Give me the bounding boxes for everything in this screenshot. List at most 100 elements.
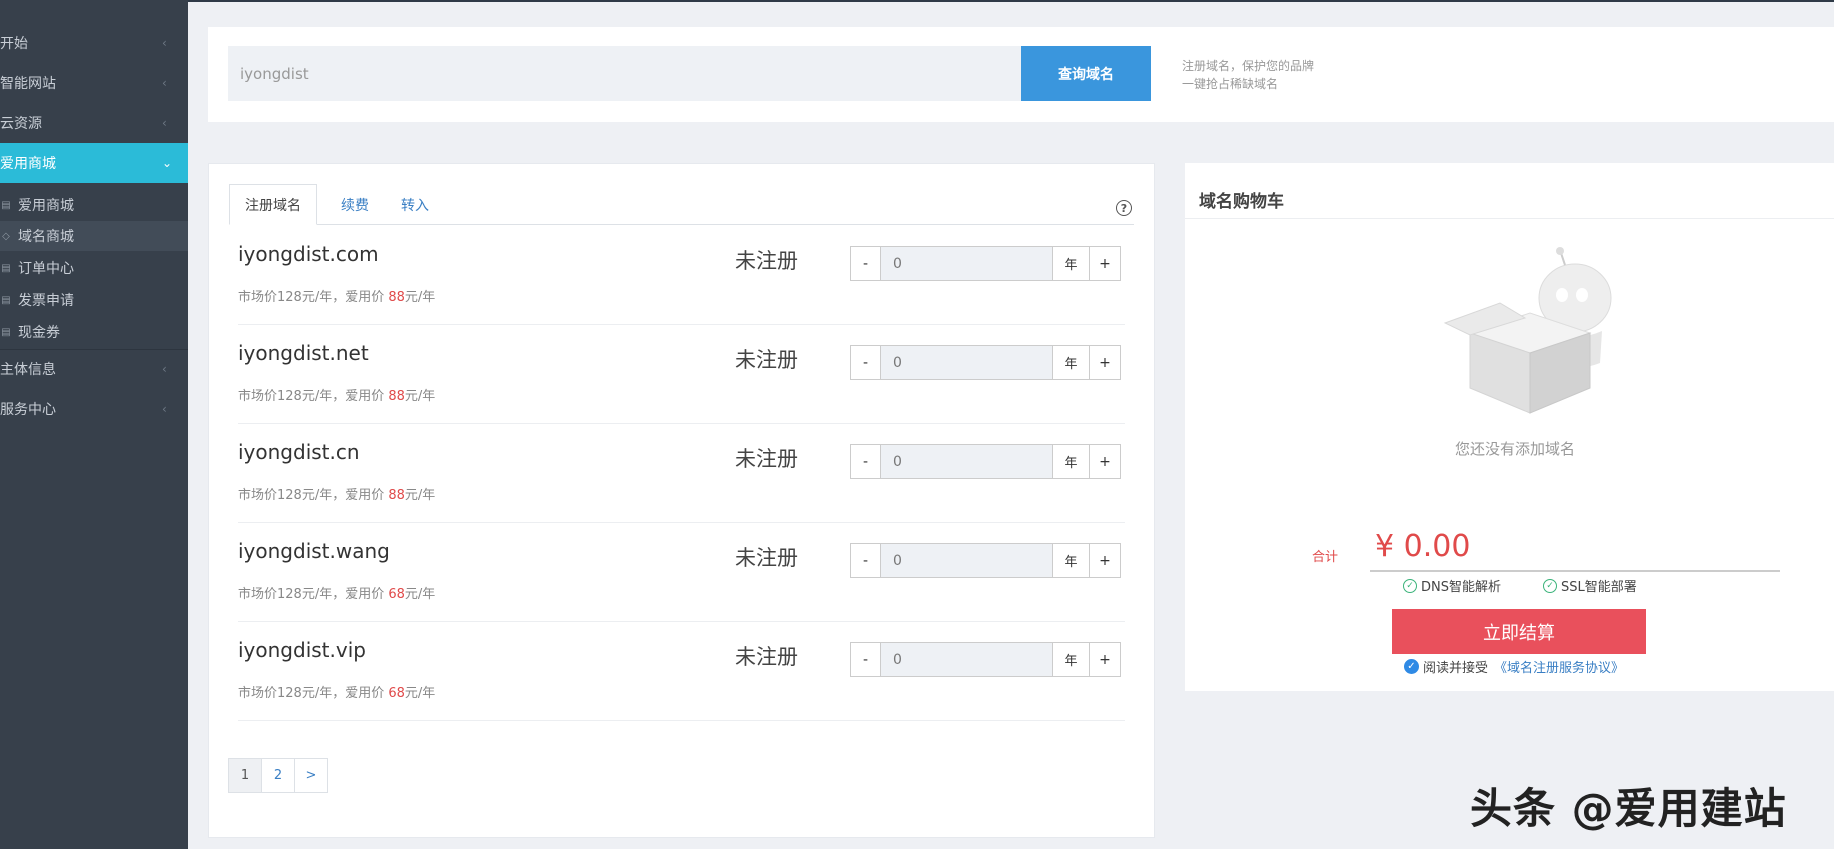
total-label: 合计 (1312, 550, 1339, 565)
tab-renew[interactable]: 续费 (325, 184, 385, 225)
tab-bar: 注册域名 续费 转入 ? (229, 184, 1134, 225)
decrement-button[interactable]: - (850, 642, 881, 677)
price-unit: 元/年 (404, 389, 436, 404)
sidebar-item-label: 云资源 (0, 116, 42, 132)
decrement-button[interactable]: - (850, 444, 881, 479)
cart-empty-message: 您还没有添加域名 (1455, 440, 1576, 458)
member-price: 88 (388, 290, 405, 305)
feature-dns: ✓ DNS智能解析 (1403, 576, 1501, 595)
decrement-button[interactable]: - (850, 345, 881, 380)
years-input[interactable] (881, 642, 1052, 677)
agreement-link[interactable]: 《域名注册服务协议》 (1494, 657, 1624, 676)
domain-price: 市场价128元/年，爱用价 88元/年 (238, 286, 435, 305)
invoice-icon: ▤ (1, 294, 11, 306)
member-price: 88 (388, 488, 405, 503)
domain-row: iyongdist.com 市场价128元/年，爱用价 88元/年 未注册 - … (238, 226, 1125, 325)
search-tip-line1: 注册域名，保护您的品牌 (1182, 59, 1315, 73)
domain-name: iyongdist.com (238, 242, 379, 266)
sidebar: 开始 ‹ 智能网站 ‹ 云资源 ‹ 爱用商城 ⌄ ▤ 爱用商城 ◇ 域名商城 ▤… (0, 0, 188, 849)
sidebar-subitem-invoice[interactable]: ▤ 发票申请 (0, 285, 188, 315)
sidebar-subitem-label: 发票申请 (18, 293, 74, 309)
years-stepper: - 年 + (850, 543, 1121, 578)
domain-name: iyongdist.wang (238, 539, 390, 563)
feature-label: DNS智能解析 (1421, 580, 1501, 595)
increment-button[interactable]: + (1090, 444, 1121, 479)
domain-status: 未注册 (735, 546, 798, 570)
total-amount: ¥ 0.00 (1375, 529, 1471, 564)
domain-row: iyongdist.wang 市场价128元/年，爱用价 68元/年 未注册 -… (238, 523, 1125, 622)
years-unit: 年 (1052, 345, 1090, 380)
tab-transfer[interactable]: 转入 (385, 184, 445, 225)
increment-button[interactable]: + (1090, 246, 1121, 281)
sidebar-subitem-label: 爱用商城 (18, 198, 74, 214)
years-stepper: - 年 + (850, 642, 1121, 677)
decrement-button[interactable]: - (850, 543, 881, 578)
domain-status: 未注册 (735, 447, 798, 471)
domain-search-input[interactable] (228, 46, 1021, 101)
domain-row: iyongdist.vip 市场价128元/年，爱用价 68元/年 未注册 - … (238, 622, 1125, 721)
increment-button[interactable]: + (1090, 642, 1121, 677)
cart-title: 域名购物车 (1199, 192, 1284, 212)
years-stepper: - 年 + (850, 345, 1121, 380)
years-input[interactable] (881, 246, 1052, 281)
sidebar-subitem-orders[interactable]: ▤ 订单中心 (0, 253, 188, 283)
check-circle-icon: ✓ (1403, 578, 1417, 593)
market-price: 市场价128元/年，爱用价 (238, 488, 389, 503)
decrement-button[interactable]: - (850, 246, 881, 281)
years-input[interactable] (881, 345, 1052, 380)
agreement: ✓ 阅读并接受 《域名注册服务协议》 (1404, 657, 1624, 676)
sidebar-item-smart-site[interactable]: 智能网站 ‹ (0, 63, 188, 103)
domain-status: 未注册 (735, 645, 798, 669)
sidebar-subitem-mall[interactable]: ▤ 爱用商城 (0, 190, 188, 220)
member-price: 88 (388, 389, 405, 404)
increment-button[interactable]: + (1090, 543, 1121, 578)
agree-checkbox[interactable]: ✓ (1404, 659, 1419, 674)
empty-cart-robot-illustration (1443, 247, 1612, 414)
help-icon[interactable]: ? (1116, 200, 1132, 216)
sidebar-item-label: 开始 (0, 36, 28, 52)
sidebar-subitem-label: 域名商城 (18, 229, 74, 245)
feature-ssl: ✓ SSL智能部署 (1543, 576, 1637, 595)
checkout-button[interactable]: 立即结算 (1392, 609, 1646, 654)
years-input[interactable] (881, 444, 1052, 479)
sidebar-item-label: 主体信息 (0, 362, 56, 378)
search-tip-line2: 一键抢占稀缺域名 (1182, 77, 1279, 91)
sidebar-item-cloud[interactable]: 云资源 ‹ (0, 103, 188, 143)
market-price: 市场价128元/年，爱用价 (238, 290, 389, 305)
price-unit: 元/年 (404, 290, 436, 305)
chevron-left-icon: ‹ (162, 36, 167, 50)
page-1-button[interactable]: 1 (228, 758, 262, 793)
years-unit: 年 (1052, 642, 1090, 677)
domain-search-card: 查询域名 注册域名，保护您的品牌 一键抢占稀缺域名 (208, 27, 1834, 122)
domain-price: 市场价128元/年，爱用价 68元/年 (238, 583, 435, 602)
market-price: 市场价128元/年，爱用价 (238, 587, 389, 602)
member-price: 68 (388, 587, 405, 602)
coupon-icon: ▤ (1, 326, 11, 338)
check-circle-icon: ✓ (1543, 578, 1557, 593)
member-price: 68 (388, 686, 405, 701)
tab-register[interactable]: 注册域名 (229, 184, 317, 225)
sidebar-item-entity[interactable]: 主体信息 ‹ (0, 349, 188, 389)
years-input[interactable] (881, 543, 1052, 578)
sidebar-item-label: 智能网站 (0, 76, 56, 92)
page-2-button[interactable]: 2 (261, 758, 295, 793)
years-unit: 年 (1052, 543, 1090, 578)
market-price: 市场价128元/年，爱用价 (238, 389, 389, 404)
sidebar-subitem-label: 订单中心 (18, 261, 74, 277)
domain-price: 市场价128元/年，爱用价 68元/年 (238, 682, 435, 701)
next-page-button[interactable]: > (294, 758, 328, 793)
sidebar-item-label: 爱用商城 (0, 156, 56, 172)
sidebar-subitem-domain-mall[interactable]: ◇ 域名商城 (0, 221, 188, 251)
sidebar-subitem-coupon[interactable]: ▤ 现金券 (0, 317, 188, 347)
chevron-left-icon: ‹ (162, 362, 167, 376)
chevron-left-icon: ‹ (162, 76, 167, 90)
domain-name: iyongdist.vip (238, 638, 366, 662)
sidebar-item-start[interactable]: 开始 ‹ (0, 23, 188, 63)
sidebar-item-service[interactable]: 服务中心 ‹ (0, 389, 188, 429)
search-domain-button[interactable]: 查询域名 (1021, 46, 1151, 101)
market-price: 市场价128元/年，爱用价 (238, 686, 389, 701)
price-unit: 元/年 (404, 488, 436, 503)
sidebar-item-mall[interactable]: 爱用商城 ⌄ (0, 143, 188, 183)
total-underline (1370, 570, 1780, 572)
increment-button[interactable]: + (1090, 345, 1121, 380)
